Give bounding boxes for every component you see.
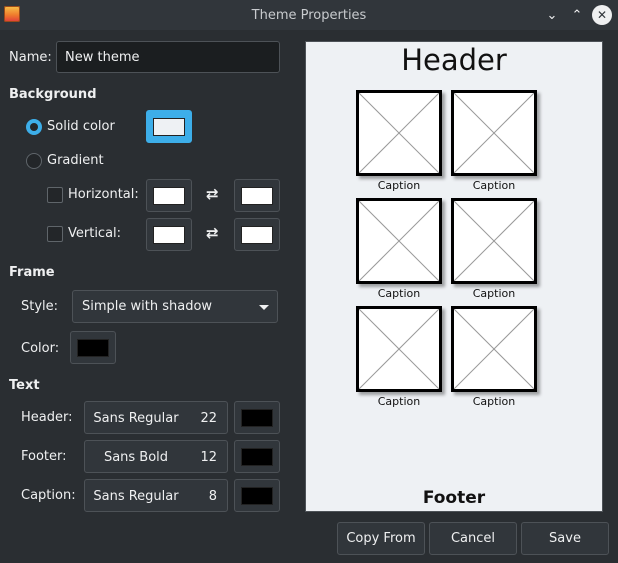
preview-caption: Caption — [377, 179, 421, 192]
gradient-label[interactable]: Gradient — [47, 153, 104, 169]
vertical-checkbox[interactable] — [47, 226, 63, 242]
header-font-button[interactable]: Sans Regular 22 — [84, 401, 228, 434]
title-bar: Theme Properties ⌄ ⌃ ✕ — [0, 0, 618, 30]
preview-thumbnail — [451, 198, 537, 284]
preview-thumbnail — [451, 306, 537, 392]
preview-thumbnail — [356, 90, 442, 176]
preview-header: Header — [401, 43, 507, 77]
maximize-icon[interactable]: ⌃ — [567, 5, 587, 25]
cancel-button[interactable]: Cancel — [429, 522, 517, 555]
image-placeholder-icon — [454, 309, 534, 389]
footer-font-size: 12 — [200, 450, 217, 465]
text-heading: Text — [9, 378, 40, 393]
vertical-label[interactable]: Vertical: — [68, 226, 121, 242]
header-font-label: Header: — [21, 410, 73, 425]
frame-style-value: Simple with shadow — [82, 299, 213, 314]
preview-thumbnail — [451, 90, 537, 176]
swap-vertical-icon[interactable]: ⇄ — [206, 224, 219, 242]
image-placeholder-icon — [454, 201, 534, 281]
header-font-size: 22 — [200, 411, 217, 426]
preview-caption: Caption — [472, 287, 516, 300]
caption-font-name: Sans Regular — [93, 489, 179, 504]
image-placeholder-icon — [454, 93, 534, 173]
solid-color-label[interactable]: Solid color — [47, 119, 115, 135]
preview-caption: Caption — [377, 395, 421, 408]
copy-from-button[interactable]: Copy From — [337, 522, 425, 555]
horizontal-start-swatch — [153, 186, 185, 205]
preview-caption: Caption — [472, 395, 516, 408]
caption-font-label: Caption: — [21, 488, 76, 503]
horizontal-end-color-button[interactable] — [234, 179, 280, 212]
image-viewer-icon — [4, 6, 20, 22]
vertical-end-swatch — [241, 225, 273, 244]
caption-color-button[interactable] — [234, 479, 280, 512]
chevron-down-icon — [259, 305, 269, 310]
caption-font-size: 8 — [208, 489, 217, 504]
footer-font-button[interactable]: Sans Bold 12 — [84, 440, 228, 473]
preview-thumbnail — [356, 306, 442, 392]
caption-color-swatch — [241, 486, 273, 505]
footer-font-label: Footer: — [21, 449, 67, 464]
footer-color-swatch — [241, 447, 273, 466]
vertical-start-color-button[interactable] — [146, 218, 192, 251]
name-input-value: New theme — [65, 49, 140, 65]
minimize-icon[interactable]: ⌄ — [542, 5, 562, 25]
frame-color-button[interactable] — [70, 331, 116, 364]
preview-caption: Caption — [377, 287, 421, 300]
preview-footer: Footer — [422, 488, 486, 508]
header-font-name: Sans Regular — [93, 411, 179, 426]
image-placeholder-icon — [359, 201, 439, 281]
frame-style-dropdown[interactable]: Simple with shadow — [72, 290, 278, 323]
swap-horizontal-icon[interactable]: ⇄ — [206, 185, 219, 203]
solid-color-swatch — [153, 117, 185, 136]
image-placeholder-icon — [359, 93, 439, 173]
horizontal-end-swatch — [241, 186, 273, 205]
theme-preview: Header Caption Caption Caption Caption C… — [305, 41, 603, 512]
name-label: Name: — [9, 50, 52, 65]
frame-style-label: Style: — [21, 299, 59, 314]
footer-color-button[interactable] — [234, 440, 280, 473]
background-heading: Background — [9, 87, 97, 102]
horizontal-label[interactable]: Horizontal: — [68, 187, 139, 203]
footer-font-name: Sans Bold — [103, 450, 169, 465]
caption-font-button[interactable]: Sans Regular 8 — [84, 479, 228, 512]
frame-color-swatch — [77, 338, 109, 357]
image-placeholder-icon — [359, 309, 439, 389]
solid-color-button[interactable] — [146, 110, 192, 143]
horizontal-checkbox[interactable] — [47, 187, 63, 203]
header-color-swatch — [241, 408, 273, 427]
close-icon[interactable]: ✕ — [592, 5, 612, 25]
preview-thumbnail — [356, 198, 442, 284]
solid-color-radio[interactable] — [26, 119, 42, 135]
preview-caption: Caption — [472, 179, 516, 192]
gradient-radio[interactable] — [26, 153, 42, 169]
name-input[interactable]: New theme — [56, 41, 280, 73]
window-title: Theme Properties — [251, 7, 367, 23]
header-color-button[interactable] — [234, 401, 280, 434]
save-button[interactable]: Save — [521, 522, 609, 555]
horizontal-start-color-button[interactable] — [146, 179, 192, 212]
vertical-end-color-button[interactable] — [234, 218, 280, 251]
vertical-start-swatch — [153, 225, 185, 244]
frame-color-label: Color: — [21, 341, 60, 356]
frame-heading: Frame — [9, 265, 55, 280]
